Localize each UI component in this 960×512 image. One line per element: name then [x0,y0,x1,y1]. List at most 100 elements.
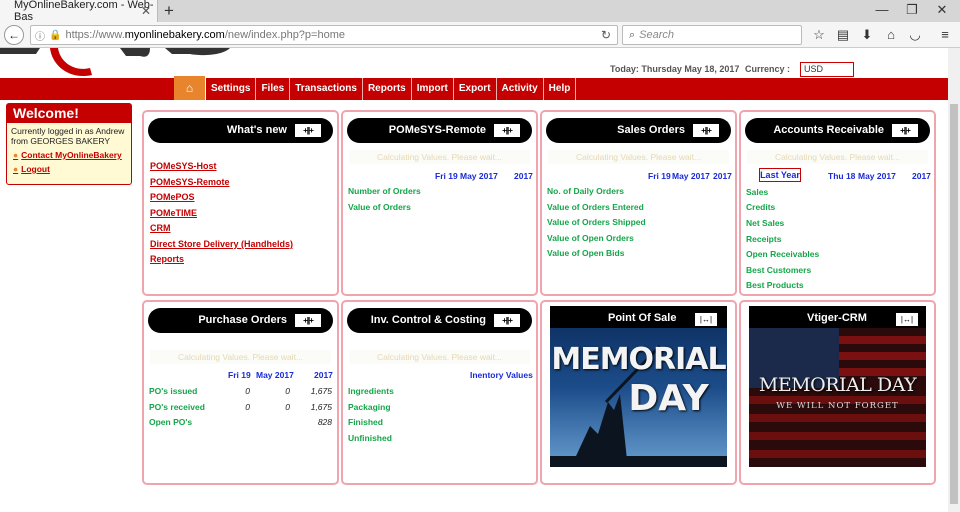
row-label[interactable]: Value of Open Bids [547,248,624,258]
link-pomesys-host[interactable]: POMeSYS-Host [150,161,217,171]
row-label[interactable]: Best Products [746,280,804,290]
logout-link[interactable]: ● Logout [7,162,131,176]
expand-icon[interactable]: |↔| [896,313,918,326]
menu-help[interactable]: Help [544,78,577,100]
row-label[interactable]: Ingredients [348,386,394,396]
purchase-orders-header: Purchase Orders +||+ [148,308,333,333]
pos-poster[interactable]: MEMORIAL DAY Point Of Sale |↔| [550,306,727,467]
pomesys-remote-card: POMeSYS-Remote +||+ Calculating Values. … [341,110,538,296]
menu-export[interactable]: Export [454,78,497,100]
toggle-icon[interactable]: +||+ [693,124,719,137]
url-path: /new/index.php?p=home [224,29,345,41]
toggle-icon[interactable]: +||+ [892,124,918,137]
link-pomesys-remote[interactable]: POMeSYS-Remote [150,177,230,187]
menu-files[interactable]: Files [256,78,291,100]
link-pometime[interactable]: POMeTIME [150,208,197,218]
close-window-icon[interactable]: ✕ [932,2,952,18]
search-input[interactable]: ⌕ Search [622,25,802,45]
sales-orders-title: Sales Orders [617,124,685,136]
row-label[interactable]: Receipts [746,234,781,244]
inventory-header: Inv. Control & Costing +||+ [347,308,532,333]
contact-link[interactable]: ● Contact MyOnlineBakery [7,148,131,162]
toggle-icon[interactable]: +||+ [494,314,520,327]
scrollbar-thumb[interactable] [950,104,958,504]
url-host: myonlinebakery.com [124,29,225,41]
row-label[interactable]: Value of Open Orders [547,233,634,243]
inventory-values-header: Inentory Values [470,370,533,380]
bookmark-star-icon[interactable]: ☆ [810,27,828,43]
download-icon[interactable]: ⬇ [858,27,876,43]
hamburger-menu-icon[interactable]: ≡ [936,27,954,42]
back-icon[interactable]: ← [4,25,24,45]
welcome-title: Welcome! [7,104,131,123]
menu-settings[interactable]: Settings [206,78,257,100]
last-year-button[interactable]: Last Year [759,168,801,182]
row-label[interactable]: Packaging [348,402,391,412]
calculating-text: Calculating Values. Please wait... [150,350,331,364]
home-browser-icon[interactable]: ⌂ [882,27,900,42]
po-row-label[interactable]: PO's received [149,402,205,412]
sales-orders-header: Sales Orders +||+ [546,118,731,143]
link-crm[interactable]: CRM [150,223,171,233]
month-header: May 2017 [672,171,710,181]
row-label[interactable]: Number of Orders [348,186,421,196]
currency-field[interactable]: USD [800,62,854,77]
crm-poster[interactable]: MEMORIAL DAY WE WILL NOT FORGET Vtiger-C… [749,306,926,467]
info-icon[interactable]: ⓘ [35,28,45,43]
pocket-icon[interactable]: ◡ [906,27,924,43]
crm-poster-line2: WE WILL NOT FORGET [776,401,899,411]
row-label[interactable]: Finished [348,417,383,427]
row-label[interactable]: Value of Orders [348,202,411,212]
po-value-c: 1,675 [310,402,332,412]
home-icon[interactable]: ⌂ [174,76,206,100]
row-label[interactable]: Sales [746,187,768,197]
site-logo[interactable] [0,48,240,78]
close-tab-icon[interactable]: ✕ [141,4,151,18]
whats-new-card: What's new +||+ POMeSYS-Host POMeSYS-Rem… [142,110,339,296]
calculating-text: Calculating Values. Please wait... [548,150,729,164]
row-label[interactable]: Credits [746,202,775,212]
link-reports[interactable]: Reports [150,254,184,264]
address-bar[interactable]: ⓘ 🔒 https://www. myonlinebakery.com/new/i… [30,25,618,45]
date-header: Fri 19 [648,171,671,181]
month-header: May 2017 [858,171,896,181]
reading-list-icon[interactable]: ▤ [834,27,852,43]
row-label[interactable]: Open Receivables [746,249,819,259]
po-value-b: 0 [285,386,290,396]
link-dsd[interactable]: Direct Store Delivery (Handhelds) [150,239,293,249]
po-value-b: 0 [285,402,290,412]
purchase-orders-card: Purchase Orders +||+ Calculating Values.… [142,300,339,485]
menu-transactions[interactable]: Transactions [290,78,363,100]
toggle-icon[interactable]: +||+ [295,124,321,137]
toggle-icon[interactable]: +||+ [494,124,520,137]
lock-icon: 🔒 [49,29,62,41]
po-row-label[interactable]: PO's issued [149,386,197,396]
main-menu: ⌂ Settings Files Transactions Reports Im… [174,76,577,100]
po-value-c: 1,675 [310,386,332,396]
whats-new-header: What's new +||+ [148,118,333,143]
browser-tabbar: MyOnlineBakery.com - Web-Bas ✕ + — ❐ ✕ [0,0,960,23]
menu-reports[interactable]: Reports [363,78,412,100]
reload-icon[interactable]: ↻ [601,28,611,42]
toggle-icon[interactable]: +||+ [295,314,321,327]
link-pomepos[interactable]: POMePOS [150,192,195,202]
po-row-label[interactable]: Open PO's [149,417,192,427]
pos-title: Point Of Sale [608,312,677,324]
row-label[interactable]: Value of Orders Shipped [547,217,646,227]
row-label[interactable]: Net Sales [746,218,784,228]
row-label[interactable]: Unfinished [348,433,392,443]
minimize-icon[interactable]: — [872,2,892,17]
menu-activity[interactable]: Activity [497,78,544,100]
restore-icon[interactable]: ❐ [902,2,922,18]
crm-title: Vtiger-CRM [807,312,867,324]
new-tab-icon[interactable]: + [164,1,174,21]
row-label[interactable]: No. of Daily Orders [547,186,624,196]
pos-poster-line1: MEMORIAL [551,342,726,377]
menu-import[interactable]: Import [412,78,454,100]
browser-tab[interactable]: MyOnlineBakery.com - Web-Bas ✕ [0,0,158,23]
row-label[interactable]: Value of Orders Entered [547,202,644,212]
calculating-text: Calculating Values. Please wait... [747,150,928,164]
expand-icon[interactable]: |↔| [695,313,717,326]
pomesys-title: POMeSYS-Remote [388,124,486,136]
row-label[interactable]: Best Customers [746,265,811,275]
